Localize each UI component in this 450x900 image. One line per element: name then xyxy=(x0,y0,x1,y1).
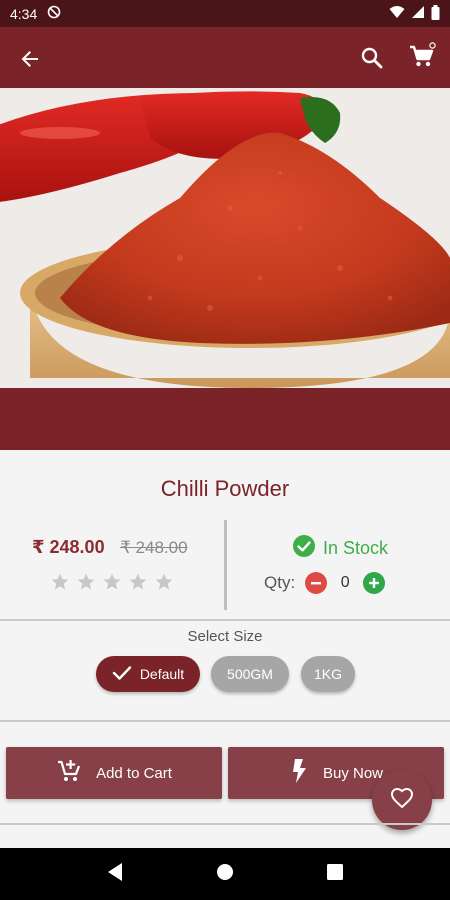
vertical-divider xyxy=(224,520,227,610)
divider xyxy=(0,720,450,722)
product-original-price: ₹ 248.00 xyxy=(120,538,188,557)
product-price: ₹ 248.00 xyxy=(32,537,105,557)
decrease-qty-button[interactable] xyxy=(305,572,328,594)
size-option-default[interactable]: Default xyxy=(96,656,200,692)
buy-now-label: Buy Now xyxy=(322,764,384,782)
star-icon[interactable] xyxy=(128,572,148,592)
check-icon xyxy=(112,665,132,684)
add-to-cart-label: Add to Cart xyxy=(96,764,172,782)
flash-icon xyxy=(289,758,309,788)
search-icon[interactable] xyxy=(358,44,386,72)
back-arrow-icon[interactable] xyxy=(16,45,44,73)
rating-stars[interactable] xyxy=(50,572,174,592)
nav-back-icon[interactable] xyxy=(106,862,124,887)
add-to-cart-button[interactable]: Add to Cart xyxy=(6,747,222,799)
status-bar: 4:34 xyxy=(0,0,450,27)
check-circle-icon xyxy=(292,534,316,563)
star-icon[interactable] xyxy=(154,572,174,592)
quantity-stepper: Qty: 0 xyxy=(264,572,386,594)
battery-icon xyxy=(431,4,440,23)
qty-value: 0 xyxy=(340,574,350,591)
divider xyxy=(0,619,450,621)
add-shopping-cart-icon xyxy=(56,758,82,788)
do-not-disturb-icon xyxy=(47,5,61,22)
star-icon[interactable] xyxy=(76,572,96,592)
product-title: Chilli Powder xyxy=(160,476,290,501)
increase-qty-button[interactable] xyxy=(363,572,386,594)
stock-status: In Stock xyxy=(292,534,388,563)
select-size-label: Select Size xyxy=(187,628,263,645)
size-option-label: 500GM xyxy=(227,666,273,682)
heart-outline-icon xyxy=(390,787,414,814)
product-image xyxy=(0,88,450,388)
qty-label: Qty: xyxy=(264,573,296,592)
star-icon[interactable] xyxy=(50,572,70,592)
nav-recents-icon[interactable] xyxy=(326,863,344,886)
status-time: 4:34 xyxy=(10,5,38,22)
signal-icon xyxy=(411,5,425,22)
wishlist-fab[interactable] xyxy=(372,770,432,830)
size-options: Default 500GM 1KG xyxy=(0,656,450,696)
image-footer-band xyxy=(0,388,450,450)
app-bar xyxy=(0,27,450,88)
nav-home-icon[interactable] xyxy=(215,862,235,887)
cart-icon[interactable] xyxy=(407,42,437,72)
stock-status-text: In Stock xyxy=(323,538,389,558)
star-icon[interactable] xyxy=(102,572,122,592)
system-navigation-bar xyxy=(0,848,450,900)
divider xyxy=(0,823,450,825)
wifi-icon xyxy=(389,5,405,22)
size-option-1kg[interactable]: 1KG xyxy=(301,656,355,692)
price-stock-row: ₹ 248.00 ₹ 248.00 In Stock Qty: 0 xyxy=(0,520,450,610)
size-option-label: 1KG xyxy=(313,666,342,682)
product-detail-screen: 4:34 Chilli Powder ₹ 248.00 ₹ 248.00 In … xyxy=(0,0,450,900)
size-option-label: Default xyxy=(139,666,185,682)
size-option-500gm[interactable]: 500GM xyxy=(211,656,289,692)
